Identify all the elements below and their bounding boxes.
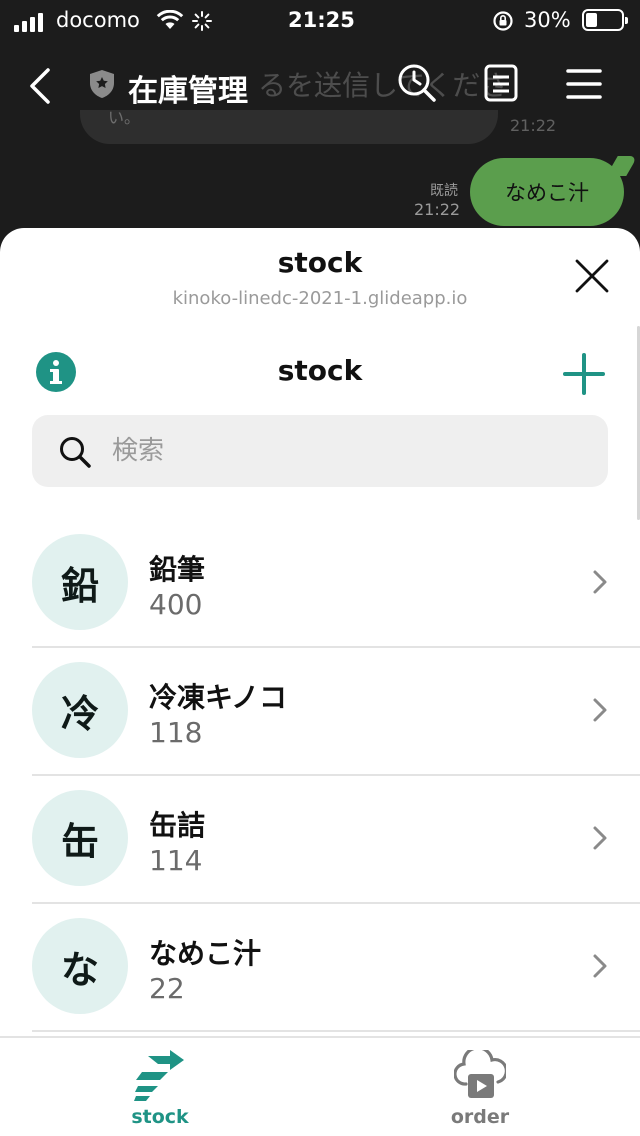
sheet-title: stock xyxy=(277,246,363,279)
sent-message-text: なめこ汁 xyxy=(505,181,589,205)
chevron-right-icon xyxy=(590,952,610,984)
signal-icon xyxy=(14,13,43,32)
shield-icon xyxy=(88,68,116,104)
tab-label: stock xyxy=(131,1106,189,1128)
previous-message-time: 21:22 xyxy=(510,116,557,135)
search-input[interactable] xyxy=(112,429,582,473)
cloud-video-icon xyxy=(453,1046,508,1106)
close-icon[interactable] xyxy=(574,258,610,298)
add-icon[interactable] xyxy=(562,352,606,400)
search-history-icon[interactable] xyxy=(396,62,438,108)
status-bar: docomo 21:25 30% xyxy=(0,0,640,40)
wifi-icon xyxy=(156,9,184,34)
item-count: 118 xyxy=(149,716,203,749)
item-count: 400 xyxy=(149,588,203,621)
item-count: 22 xyxy=(149,972,185,1005)
info-icon[interactable] xyxy=(36,352,76,396)
sheet-url: kinoko-linedc-2021-1.glideapp.io xyxy=(172,288,468,309)
list-item[interactable]: 冷 冷凍キノコ 118 xyxy=(0,648,640,776)
tab-order[interactable]: order xyxy=(320,1038,640,1136)
battery-percent: 30% xyxy=(524,8,571,32)
divider xyxy=(32,1030,640,1032)
item-name: 鉛筆 xyxy=(149,553,206,586)
app-sheet: stock kinoko-linedc-2021-1.glideapp.io s… xyxy=(0,228,640,1136)
note-icon[interactable] xyxy=(484,64,518,106)
back-icon[interactable] xyxy=(26,66,54,110)
app-title: stock xyxy=(277,354,363,387)
item-name: 缶詰 xyxy=(149,809,206,842)
item-name: 冷凍キノコ xyxy=(149,681,288,714)
sent-message-bubble[interactable]: なめこ汁 xyxy=(470,158,624,226)
chevron-right-icon xyxy=(590,824,610,856)
clock: 21:25 xyxy=(288,8,355,32)
rotation-lock-icon xyxy=(492,10,514,36)
list-item[interactable]: 鉛 鉛筆 400 xyxy=(0,520,640,648)
item-count: 114 xyxy=(149,844,203,877)
avatar: 缶 xyxy=(32,790,128,886)
message-time: 21:22 xyxy=(414,200,461,219)
carrier-name: docomo xyxy=(56,8,140,32)
avatar: 鉛 xyxy=(32,534,128,630)
avatar: 冷 xyxy=(32,662,128,758)
tab-bar: stock order xyxy=(0,1036,640,1136)
chat-title: 在庫管理 xyxy=(128,74,248,109)
menu-icon[interactable] xyxy=(566,68,602,104)
previous-message-bubble xyxy=(80,110,498,144)
chat-header: るを送信してくださ い。 21:22 在庫管理 xyxy=(0,40,640,144)
battery-icon xyxy=(582,9,628,31)
read-receipt: 既読 xyxy=(430,183,458,199)
list-item[interactable]: 缶 缶詰 114 xyxy=(0,776,640,904)
stock-arrows-icon xyxy=(134,1050,186,1106)
activity-spinner-icon xyxy=(192,11,212,35)
stock-list: 鉛 鉛筆 400 冷 冷凍キノコ 118 缶 缶詰 114 な なめこ汁 22 xyxy=(0,520,640,1032)
chevron-right-icon xyxy=(590,568,610,600)
search-icon xyxy=(58,435,92,473)
tab-stock[interactable]: stock xyxy=(0,1038,320,1136)
list-item[interactable]: な なめこ汁 22 xyxy=(0,904,640,1032)
previous-message-text: るを送信してくださ xyxy=(258,69,509,102)
item-name: なめこ汁 xyxy=(149,937,262,970)
search-box[interactable] xyxy=(32,415,608,487)
avatar: な xyxy=(32,918,128,1014)
tab-label: order xyxy=(450,1106,510,1128)
chevron-right-icon xyxy=(590,696,610,728)
